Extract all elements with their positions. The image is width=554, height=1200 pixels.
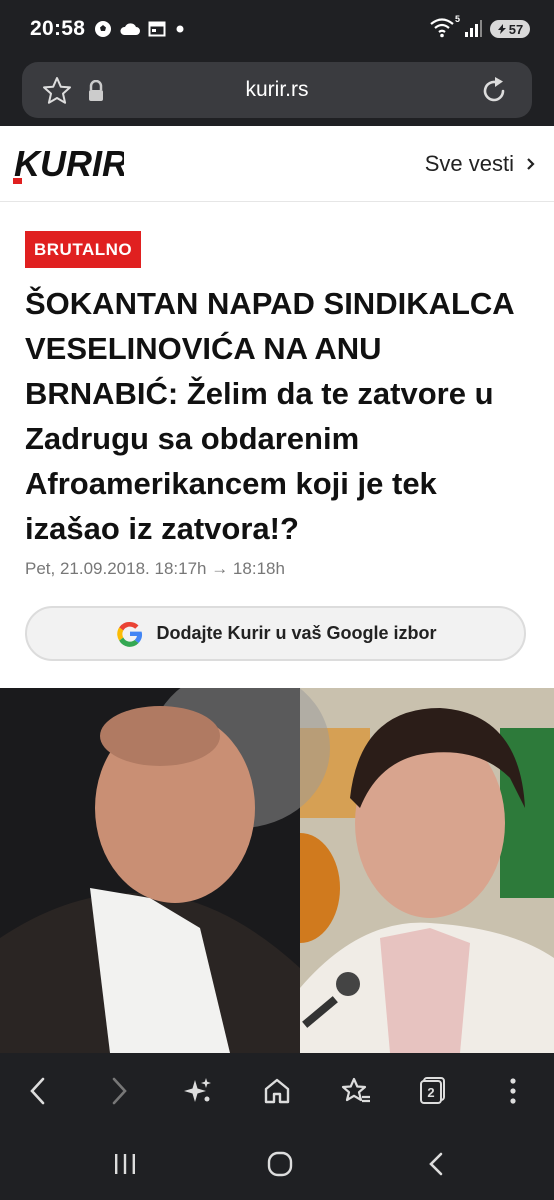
article-date: Pet, 21.09.2018. 18:17h → 18:18h [25, 559, 285, 578]
cloud-icon [120, 23, 140, 35]
back-triangle-icon[interactable] [416, 1146, 456, 1182]
google-button-label: Dodajte Kurir u vaš Google izbor [156, 623, 437, 643]
status-right: 5 57 [430, 14, 530, 41]
battery-level: 57 [508, 21, 524, 37]
wifi-label: 5 [454, 14, 460, 24]
signal-icon [465, 20, 482, 37]
battery-indicator: 57 [490, 20, 530, 38]
notification-icons [94, 18, 187, 40]
url-box[interactable]: kurir.rs [22, 62, 532, 118]
home-circle-icon[interactable] [260, 1146, 300, 1182]
charging-icon [497, 24, 506, 34]
sve-vesti-label: Sve vesti [424, 151, 514, 176]
site-header: KURIR Sve vesti [0, 126, 554, 202]
home-icon[interactable] [259, 1073, 295, 1109]
kurir-logo[interactable]: KURIR [12, 142, 124, 186]
system-navigation-bar [0, 1128, 554, 1200]
calendar-icon [148, 21, 166, 37]
wifi-icon: 5 [430, 14, 460, 40]
bookmarks-icon[interactable] [338, 1073, 374, 1109]
tab-count: 2 [427, 1084, 435, 1100]
forward-icon[interactable] [101, 1073, 137, 1109]
category-tag[interactable]: BRUTALNO [25, 231, 142, 268]
status-bar: 20:58 5 57 [0, 0, 554, 58]
browser-toolbar: 2 [0, 1053, 554, 1128]
google-preferred-button[interactable]: Dodajte Kurir u vaš Google izbor [25, 606, 526, 661]
reload-icon[interactable] [478, 75, 510, 107]
browser-address-bar: kurir.rs [0, 58, 554, 126]
more-icon[interactable] [495, 1073, 531, 1109]
article-hero-image[interactable] [0, 688, 554, 1053]
back-icon[interactable] [20, 1073, 56, 1109]
tabs-icon[interactable]: 2 [416, 1073, 452, 1109]
article-headline: ŠOKANTAN NAPAD SINDIKALCA VESELINOVIĆA N… [25, 286, 514, 546]
status-time: 20:58 [30, 17, 86, 40]
recents-icon[interactable] [105, 1146, 145, 1182]
svg-text:KURIR: KURIR [14, 143, 124, 184]
dot-icon [176, 25, 184, 33]
sve-vesti-link[interactable]: Sve vesti [425, 151, 536, 177]
football-icon [95, 21, 111, 37]
url-text[interactable]: kurir.rs [22, 78, 532, 102]
ai-sparkle-icon[interactable] [180, 1073, 216, 1109]
chevron-right-icon [527, 158, 535, 170]
google-g-icon [117, 621, 143, 647]
